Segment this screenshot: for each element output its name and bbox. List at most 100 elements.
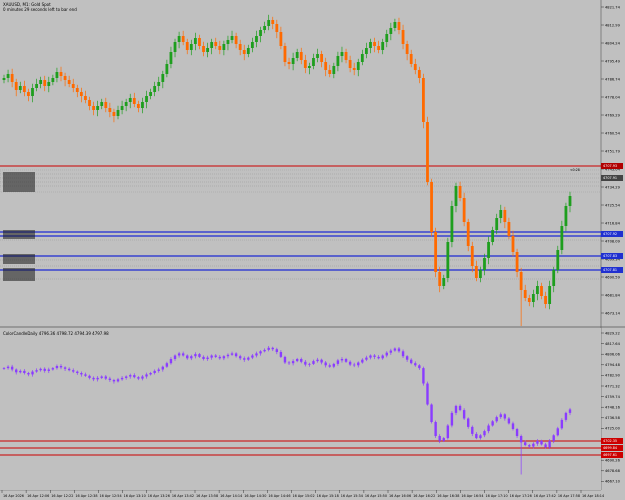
ind-body xyxy=(234,353,238,357)
candle-body xyxy=(92,106,95,110)
ind-tag-text: 4697.61 xyxy=(603,453,617,457)
candle-body xyxy=(295,52,299,58)
ind-body xyxy=(544,444,547,448)
ind-scale-label: 4725.00 xyxy=(605,427,621,431)
price-tag-text: 4707.91 xyxy=(603,176,617,180)
candle-body xyxy=(226,40,230,44)
time-label: 16 Apr 2026 xyxy=(3,494,24,498)
candle-body xyxy=(487,242,490,258)
candle-body xyxy=(136,104,140,108)
candle-body xyxy=(230,36,234,40)
candle-body xyxy=(344,52,348,60)
ind-body xyxy=(157,369,160,371)
scale-label: 4778.04 xyxy=(605,95,621,99)
candle-body xyxy=(479,270,482,278)
time-label: 16 Apr 13:10 xyxy=(124,494,146,498)
ind-body xyxy=(100,376,103,378)
candle-body xyxy=(352,68,356,70)
indicator-header: ColorCandleDaily 4796.36 4798.72 4794.39… xyxy=(3,331,109,336)
ind-body xyxy=(381,355,384,359)
candle-body xyxy=(22,86,26,92)
scale-label: 4786.74 xyxy=(605,77,621,81)
trading-chart[interactable]: 4821.74 4812.99 4804.24 4795.49 4786.74 4778.… xyxy=(0,0,625,500)
candle-body xyxy=(381,42,385,50)
time-label: 16 Apr 13:26 xyxy=(148,494,170,498)
candle-body xyxy=(320,54,324,62)
candle-body xyxy=(328,70,332,74)
indicator-panel[interactable] xyxy=(0,328,601,490)
candle-body xyxy=(422,78,425,122)
ind-body xyxy=(454,405,458,413)
candle-body xyxy=(519,272,523,290)
ind-body xyxy=(214,355,217,357)
ind-body xyxy=(31,371,34,375)
ind-body xyxy=(10,366,14,370)
ind-tag-text: 4702.35 xyxy=(603,439,617,443)
candle-body xyxy=(185,42,189,50)
ind-body xyxy=(51,368,55,370)
ind-body xyxy=(336,360,340,364)
ind-body xyxy=(76,371,79,373)
candle-body xyxy=(63,76,67,80)
candle-body xyxy=(198,38,201,46)
ind-body xyxy=(222,356,226,359)
ind-body xyxy=(63,367,67,369)
candle-body xyxy=(393,22,397,28)
ind-body xyxy=(491,421,494,426)
candle-body xyxy=(181,36,185,42)
candle-body xyxy=(259,30,262,36)
candle-body xyxy=(434,232,438,272)
scale-label: 4681.84 xyxy=(605,293,621,297)
ind-body xyxy=(198,354,201,357)
ind-body xyxy=(161,366,165,370)
ind-body xyxy=(532,443,535,447)
candle-body xyxy=(35,84,38,88)
price-panel[interactable] xyxy=(0,0,601,325)
scale-label: 4751.79 xyxy=(605,149,621,153)
ind-body xyxy=(503,414,507,419)
candle-body xyxy=(373,42,376,46)
ind-body xyxy=(458,405,462,411)
candle-body xyxy=(75,88,79,92)
ind-body xyxy=(536,440,539,444)
ind-body xyxy=(475,433,478,439)
ind-body xyxy=(426,383,429,405)
ind-body xyxy=(263,349,266,352)
ind-body xyxy=(291,361,295,364)
ind-body xyxy=(72,370,75,372)
scale-label: 4734.29 xyxy=(605,185,621,189)
ind-body xyxy=(409,359,413,364)
ind-body xyxy=(507,418,511,424)
ind-body xyxy=(324,362,327,366)
ind-body xyxy=(479,435,482,439)
ind-body xyxy=(401,351,405,357)
ind-body xyxy=(190,356,193,359)
candle-body xyxy=(491,230,495,242)
ind-body xyxy=(202,356,205,359)
candle-body xyxy=(173,42,177,52)
candle-body xyxy=(161,74,165,82)
candle-body xyxy=(120,106,124,110)
candle-body xyxy=(202,46,205,52)
scale-label: 4760.54 xyxy=(605,131,621,135)
candle-body xyxy=(312,58,315,66)
candle-body xyxy=(275,24,279,32)
candle-body xyxy=(149,92,152,96)
candle-body xyxy=(348,60,352,68)
candle-body xyxy=(430,182,433,232)
ind-body xyxy=(43,368,46,371)
candle-body xyxy=(100,102,104,106)
candle-body xyxy=(474,266,478,278)
time-label: 16 Apr 16:38 xyxy=(437,494,459,498)
ind-body xyxy=(568,409,572,413)
candle-body xyxy=(10,74,14,82)
candle-body xyxy=(324,62,328,70)
candle-body xyxy=(397,22,401,30)
candle-body xyxy=(527,298,531,302)
candle-body xyxy=(79,92,83,96)
ind-body xyxy=(487,425,490,432)
candle-body xyxy=(299,52,303,60)
candle-body xyxy=(116,110,120,116)
ind-body xyxy=(120,377,124,380)
ind-body xyxy=(373,355,376,357)
